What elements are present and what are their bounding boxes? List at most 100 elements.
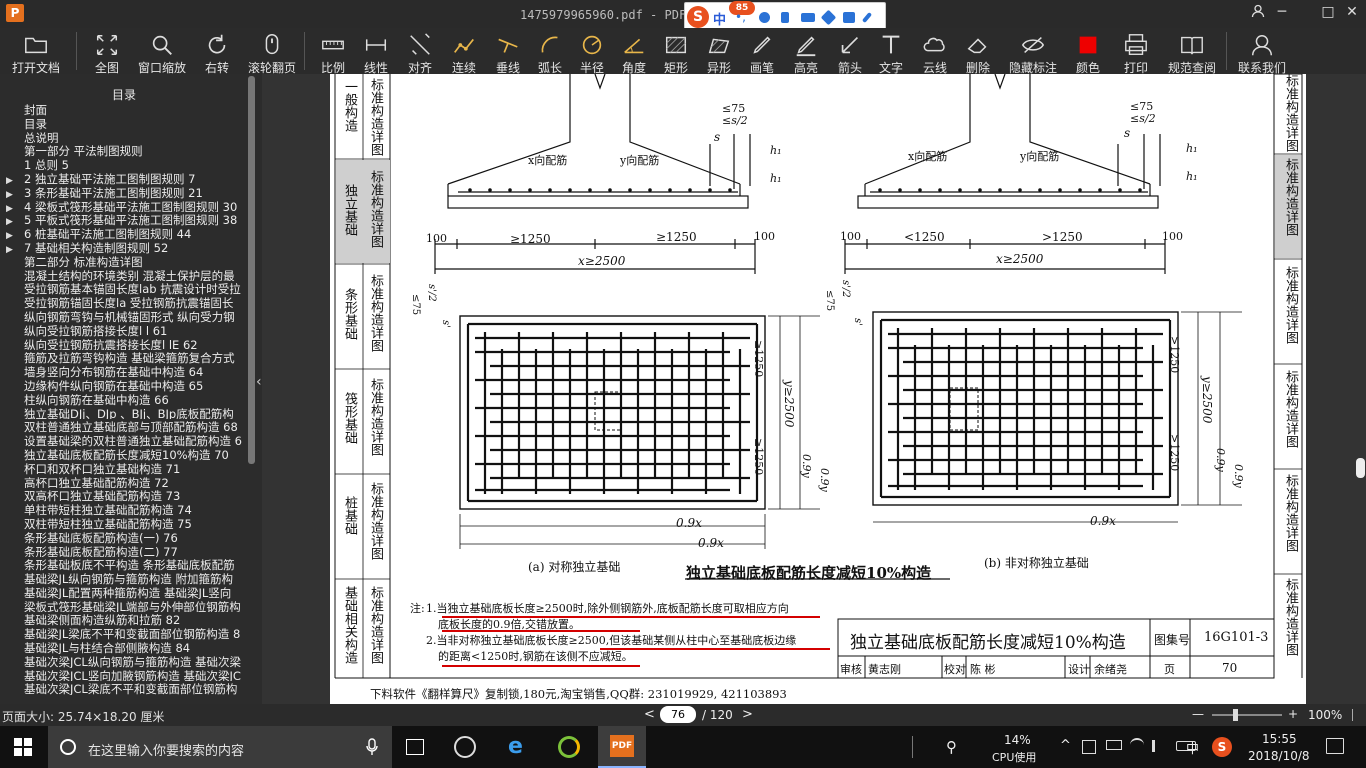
toc-item[interactable]: 基础梁JL与柱结合部侧腋构造 84: [6, 640, 246, 654]
punctuation-icon[interactable]: •,: [735, 10, 746, 24]
expand-arrow-icon[interactable]: ▶: [6, 176, 24, 185]
zoom-level[interactable]: 100%: [1308, 708, 1342, 722]
minimize-button[interactable]: ─: [1270, 4, 1294, 20]
book-button[interactable]: 规范查阅: [1160, 28, 1224, 75]
tab-general[interactable]: 一般构造: [340, 80, 359, 158]
document-viewer[interactable]: 一般构造 标准构造详图 独立基础 标准构造详图 条形基础 标准构造详图 筏形基础…: [262, 74, 1366, 704]
folder-button[interactable]: 打开文档: [0, 28, 72, 75]
zoom-out-button[interactable]: —: [1192, 707, 1204, 721]
taskbar-search-box[interactable]: 在这里输入你要搜索的内容: [48, 726, 392, 768]
arrow-button[interactable]: 箭头: [830, 28, 870, 75]
eraser-button[interactable]: 删除: [958, 28, 998, 75]
toc-item[interactable]: 梁板式筏形基础梁JL端部与外伸部位钢筋构: [6, 599, 246, 613]
wrench-icon[interactable]: [861, 12, 873, 23]
scale-button[interactable]: 比例: [310, 28, 356, 75]
toc-item[interactable]: 基础梁JL梁底不平和变截面部位钢筋构造 8: [6, 626, 246, 640]
contact-button[interactable]: 联系我们: [1228, 28, 1296, 75]
perpendicular-button[interactable]: 垂线: [488, 28, 528, 75]
right-tab-5[interactable]: 标准构造详图: [1281, 474, 1300, 566]
taskbar-pdf-app[interactable]: PDF: [598, 726, 646, 768]
toc-item[interactable]: 柱纵向钢筋在基础中构造 66: [6, 392, 246, 406]
tab-isolated[interactable]: 独立基础: [340, 184, 359, 262]
zoom-button[interactable]: 窗口缩放: [134, 28, 190, 75]
keyboard-icon[interactable]: [801, 13, 815, 22]
toc-item[interactable]: ▶ 5 平板式筏形基础平法施工图制图规则 38: [6, 212, 246, 226]
toc-item[interactable]: 受拉钢筋锚固长度la 受拉钢筋抗震锚固长: [6, 295, 246, 309]
tab-strip[interactable]: 条形基础: [340, 288, 359, 366]
tray-app-icon[interactable]: [1082, 740, 1096, 754]
toc-item[interactable]: 单柱带短柱独立基础配筋构造 74: [6, 502, 246, 516]
sogou-tray-icon[interactable]: S: [1212, 737, 1232, 757]
360-browser-icon[interactable]: [558, 736, 580, 758]
right-tab-6[interactable]: 标准构造详图: [1281, 578, 1300, 670]
tab-general-detail[interactable]: 标准构造详图: [366, 78, 385, 158]
toc-item[interactable]: 条形基础底板配筋构造(一) 76: [6, 530, 246, 544]
zoom-slider-thumb[interactable]: [1233, 709, 1238, 721]
windows-start-icon[interactable]: [14, 738, 32, 760]
task-view-icon[interactable]: [406, 739, 424, 755]
toc-item[interactable]: 纵向受拉钢筋搭接长度l l 61: [6, 323, 246, 337]
toc-item[interactable]: 双柱普通独立基础底部与顶部配筋构造 68: [6, 419, 246, 433]
right-tab-3[interactable]: 标准构造详图: [1281, 266, 1300, 358]
clock-time[interactable]: 15:55: [1262, 732, 1297, 746]
toc-item[interactable]: ▶ 4 梁板式筏形基础平法施工图制图规则 30: [6, 199, 246, 213]
volume-icon[interactable]: [1152, 740, 1166, 752]
toc-item[interactable]: 受拉钢筋基本锚固长度lab 抗震设计时受拉: [6, 281, 246, 295]
toc-item[interactable]: 封面: [6, 102, 246, 116]
toc-item[interactable]: 双高杯口独立基础配筋构造 73: [6, 488, 246, 502]
tab-strip-detail[interactable]: 标准构造详图: [366, 274, 385, 364]
print-button[interactable]: 打印: [1116, 28, 1156, 75]
toc-item[interactable]: 1 总则 5: [6, 157, 246, 171]
toc-item[interactable]: 基础次梁JCL梁底不平和变截面部位钢筋构: [6, 681, 246, 695]
cloud-button[interactable]: 云线: [914, 28, 956, 75]
tab-related-detail[interactable]: 标准构造详图: [366, 586, 385, 676]
close-button[interactable]: ✕: [1340, 4, 1364, 20]
eye-hide-button[interactable]: 隐藏标注: [1000, 28, 1066, 75]
arc-button[interactable]: 弧长: [530, 28, 570, 75]
linear-button[interactable]: 线性: [358, 28, 394, 75]
polygon-button[interactable]: 异形: [700, 28, 738, 75]
toc-item[interactable]: 基础次梁JCL纵向钢筋与箍筋构造 基础次梁: [6, 654, 246, 668]
tab-pile-detail[interactable]: 标准构造详图: [366, 482, 385, 572]
angle-button[interactable]: 角度: [614, 28, 654, 75]
toc-scrollbar[interactable]: [248, 76, 255, 464]
pen-button[interactable]: 画笔: [742, 28, 782, 75]
toc-item[interactable]: 总说明: [6, 130, 246, 144]
skin-icon[interactable]: [820, 9, 837, 26]
people-icon[interactable]: ⚲: [946, 738, 957, 756]
toc-item[interactable]: 第二部分 标准构造详图: [6, 254, 246, 268]
toc-item[interactable]: 基础梁JL纵向钢筋与箍筋构造 附加箍筋构: [6, 571, 246, 585]
ime-tray[interactable]: 中: [1186, 738, 1199, 757]
toc-item[interactable]: 箍筋及拉筋弯钩构造 基础梁箍筋复合方式: [6, 350, 246, 364]
tab-related[interactable]: 基础相关构造: [340, 586, 359, 676]
toc-item[interactable]: 独立基础底板配筋长度减短10%构造 70: [6, 447, 246, 461]
expand-arrow-icon[interactable]: ▶: [6, 217, 24, 226]
toc-item[interactable]: ▶ 2 独立基础平法施工图制图规则 7: [6, 171, 246, 185]
toc-item[interactable]: 目录: [6, 116, 246, 130]
toc-item[interactable]: 条形基础底板配筋构造(二) 77: [6, 544, 246, 558]
zoom-in-button[interactable]: +: [1288, 707, 1298, 721]
toc-item[interactable]: 基础次梁JCL竖向加腋钢筋构造 基础次梁JC: [6, 668, 246, 682]
right-tab-4[interactable]: 标准构造详图: [1281, 370, 1300, 462]
toc-item[interactable]: 杯口和双杯口独立基础构造 71: [6, 461, 246, 475]
tab-raft-detail[interactable]: 标准构造详图: [366, 378, 385, 468]
mouse-button[interactable]: 滚轮翻页: [244, 28, 300, 75]
toc-item[interactable]: 高杯口独立基础配筋构造 72: [6, 475, 246, 489]
toc-item[interactable]: 边缘构件纵向钢筋在基础中构造 65: [6, 378, 246, 392]
rotate-button[interactable]: 右转: [194, 28, 240, 75]
right-tab-1[interactable]: 标准构造详图: [1281, 74, 1300, 152]
toc-item[interactable]: ▶ 7 基础相关构造制图规则 52: [6, 240, 246, 254]
voice-icon[interactable]: [781, 12, 789, 23]
shirt-icon[interactable]: [843, 12, 855, 23]
continuous-button[interactable]: 连续: [444, 28, 484, 75]
toc-item[interactable]: 双柱带短柱独立基础配筋构造 75: [6, 516, 246, 530]
expand-arrow-icon[interactable]: ▶: [6, 190, 24, 199]
toc-item[interactable]: 纵向受拉钢筋抗震搭接长度l lE 62: [6, 337, 246, 351]
toc-item[interactable]: 基础梁侧面构造纵筋和拉筋 82: [6, 612, 246, 626]
sogou-logo-icon[interactable]: S: [687, 6, 709, 28]
toc-item[interactable]: 墙身竖向分布钢筋在基础中构造 64: [6, 364, 246, 378]
notification-icon[interactable]: [1326, 738, 1344, 754]
battery-icon[interactable]: [1106, 740, 1122, 750]
expand-arrow-icon[interactable]: ▶: [6, 245, 24, 254]
page-scrollbar[interactable]: [1356, 458, 1365, 478]
